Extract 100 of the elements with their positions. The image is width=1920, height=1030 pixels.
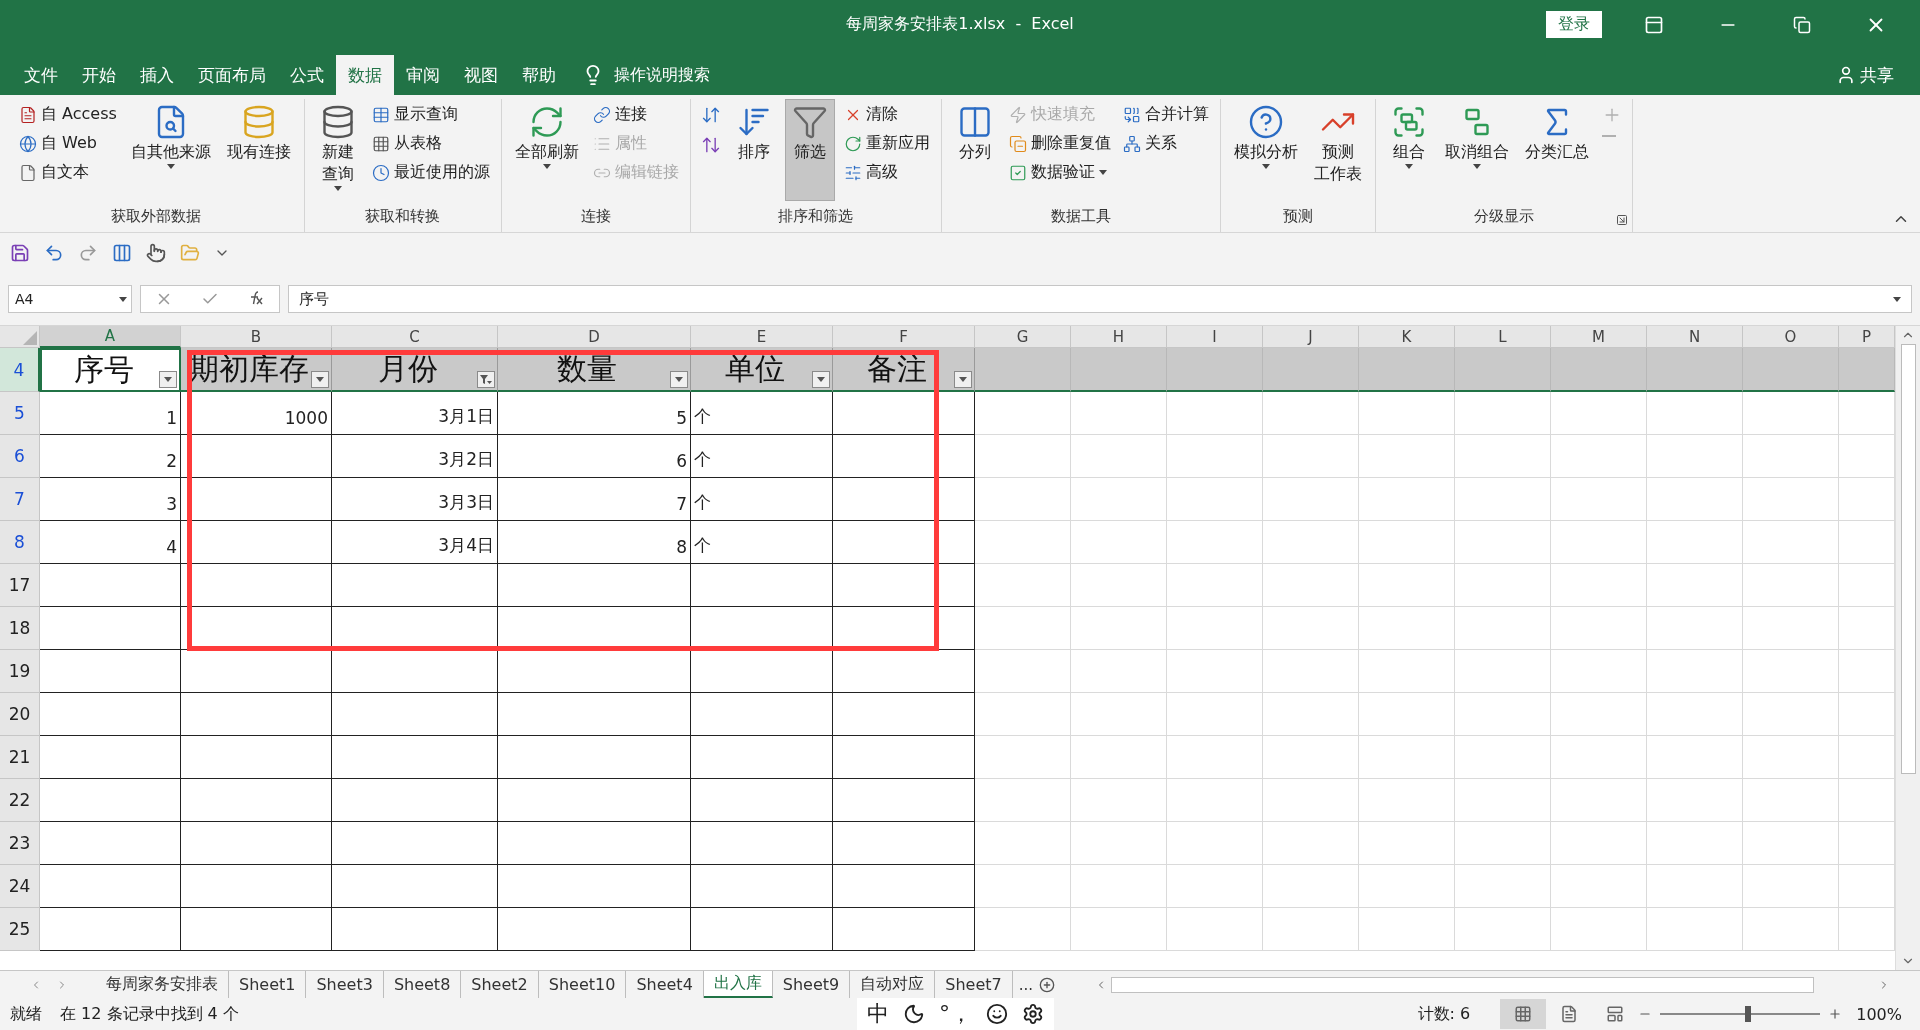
row-header[interactable]: 5 [0,392,40,435]
formula-field[interactable]: 序号 [288,285,1912,313]
column-header[interactable]: J [1263,326,1359,348]
zoom-level[interactable]: 100% [1856,1004,1902,1024]
empty-cell[interactable] [833,478,975,521]
empty-cell[interactable] [691,693,833,736]
ribbon-button[interactable]: 重新应用 [840,130,933,157]
header-cell[interactable] [1647,348,1743,392]
ribbon-button[interactable]: 排序 [728,99,779,201]
table-cell[interactable]: 个 [691,392,833,435]
empty-cell[interactable] [181,607,332,650]
menu-tab[interactable]: 帮助 [510,55,568,95]
normal-view-button[interactable] [1500,999,1547,1029]
empty-cell[interactable] [498,650,691,693]
column-header[interactable]: D [498,326,691,348]
moon-icon[interactable] [902,1003,925,1025]
ribbon-button[interactable]: 合并计算 [1119,101,1212,128]
empty-cell[interactable] [332,736,498,779]
empty-cell[interactable] [833,435,975,478]
table-cell[interactable]: 5 [498,392,691,435]
settings-icon[interactable] [1021,1003,1044,1025]
ribbon-button[interactable]: 最近使用的源 [368,159,493,186]
empty-cell[interactable] [498,693,691,736]
empty-cell[interactable] [833,865,975,908]
column-header[interactable]: K [1359,326,1455,348]
column-header[interactable]: O [1743,326,1839,348]
row-header[interactable]: 23 [0,822,40,865]
empty-cell[interactable] [833,822,975,865]
row-header[interactable]: 22 [0,779,40,822]
column-header[interactable]: L [1455,326,1551,348]
ribbon-display-icon[interactable] [1644,14,1664,35]
undo-icon[interactable] [44,243,64,263]
header-cell[interactable] [1743,348,1839,392]
empty-cell[interactable] [833,779,975,822]
ribbon-button[interactable]: 高级 [840,159,933,186]
row-header[interactable]: 19 [0,650,40,693]
menu-tab[interactable]: 开始 [70,55,128,95]
empty-cell[interactable] [181,822,332,865]
menu-tab[interactable]: 文件 [12,55,70,95]
empty-cell[interactable] [691,564,833,607]
ribbon-button[interactable]: 预测 工作表 [1308,99,1367,201]
row-header[interactable]: 21 [0,736,40,779]
empty-cell[interactable] [833,564,975,607]
column-header[interactable]: M [1551,326,1647,348]
ribbon-button[interactable]: 数据验证 [1005,159,1114,186]
column-header[interactable]: H [1071,326,1167,348]
empty-cell[interactable] [833,650,975,693]
row-header[interactable]: 20 [0,693,40,736]
empty-cell[interactable] [498,564,691,607]
empty-cell[interactable] [833,736,975,779]
header-cell[interactable] [1839,348,1895,392]
smiley-icon[interactable] [985,1003,1008,1025]
empty-cell[interactable] [181,865,332,908]
empty-cell[interactable] [332,650,498,693]
ribbon-button[interactable]: 自其他来源 [125,99,216,201]
table-cell[interactable]: 3月4日 [332,521,498,564]
table-cell[interactable]: 3月2日 [332,435,498,478]
select-all-icon[interactable] [23,331,37,345]
empty-cell[interactable] [833,521,975,564]
ribbon-button[interactable]: 新建 查询 [312,99,363,201]
table-cell[interactable]: 3 [40,478,181,521]
header-cell[interactable] [1167,348,1263,392]
empty-cell[interactable] [833,392,975,435]
header-cell[interactable] [1551,348,1647,392]
empty-cell[interactable] [498,779,691,822]
ribbon-button[interactable]: 组合 [1383,99,1434,201]
ribbon-button[interactable]: 模拟分析 [1228,99,1303,201]
empty-cell[interactable] [181,779,332,822]
header-cell[interactable] [1359,348,1455,392]
empty-cell[interactable] [498,908,691,951]
table-cell[interactable]: 8 [498,521,691,564]
column-header[interactable]: N [1647,326,1743,348]
column-header[interactable]: A [40,326,181,348]
more-sheets-button[interactable]: ... [1012,971,1039,998]
ribbon-button[interactable]: 分列 [949,99,1000,201]
empty-cell[interactable] [691,779,833,822]
menu-tab[interactable]: 审阅 [394,55,452,95]
empty-cell[interactable] [181,693,332,736]
empty-cell[interactable] [691,822,833,865]
row-header[interactable]: 18 [0,607,40,650]
table-cell[interactable]: 2 [40,435,181,478]
share-button[interactable]: 共享 [1830,55,1900,95]
horizontal-scrollbar-thumb[interactable] [1111,976,1814,993]
folder-icon[interactable] [180,243,200,263]
column-header[interactable]: P [1839,326,1895,348]
empty-cell[interactable] [691,865,833,908]
row-header[interactable]: 17 [0,564,40,607]
row-header[interactable]: 6 [0,435,40,478]
save-icon[interactable] [10,243,30,263]
empty-cell[interactable] [181,650,332,693]
empty-cell[interactable] [691,650,833,693]
filter-button[interactable] [954,371,972,388]
table-cell[interactable]: 1000 [181,392,332,435]
empty-cell[interactable] [691,908,833,951]
row-header[interactable]: 24 [0,865,40,908]
row-header[interactable]: 4 [0,348,40,392]
menu-tab[interactable]: 页面布局 [186,55,278,95]
ime-punctuation[interactable]: °， [938,999,972,1029]
ribbon-button[interactable]: 删除重复值 [1005,130,1114,157]
empty-cell[interactable] [332,908,498,951]
